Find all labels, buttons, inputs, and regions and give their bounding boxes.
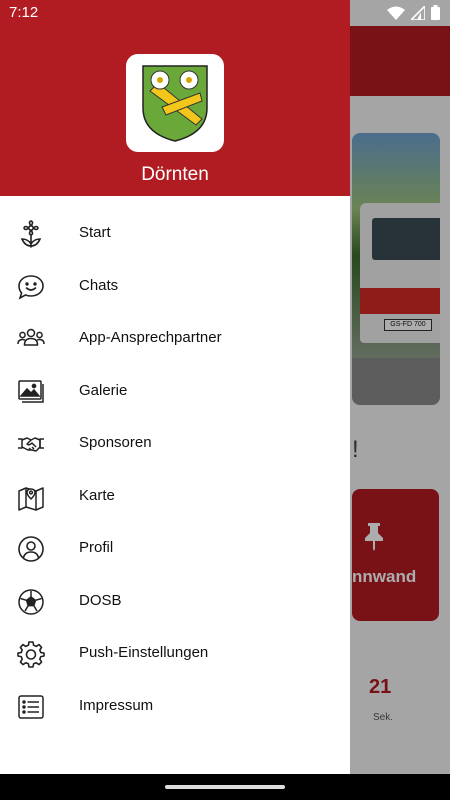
drawer-header: Dörnten xyxy=(0,0,350,196)
wifi-icon xyxy=(387,6,405,20)
status-time: 7:12 xyxy=(9,4,39,21)
people-group-icon xyxy=(17,328,45,346)
menu-item-profil[interactable]: Profil xyxy=(0,522,350,575)
menu-label-dosb: DOSB xyxy=(79,591,122,609)
navigation-drawer: Dörnten Start Chats App-Ansprechpartner … xyxy=(0,0,350,774)
menu-item-impressum[interactable]: Impressum xyxy=(0,680,350,733)
town-name: Dörnten xyxy=(141,164,209,185)
soccer-ball-icon xyxy=(18,588,44,615)
menu-item-chats[interactable]: Chats xyxy=(0,260,350,313)
menu-label-profil: Profil xyxy=(79,539,114,556)
handshake-icon xyxy=(18,437,44,452)
menu-label-push-einstellungen: Push-Einstellungen xyxy=(79,644,209,661)
chat-smile-icon xyxy=(18,274,44,300)
map-icon xyxy=(18,486,44,511)
menu-item-karte[interactable]: Karte xyxy=(0,470,350,523)
menu-label-sponsoren: Sponsoren xyxy=(79,434,152,451)
menu-item-start[interactable]: Start xyxy=(0,207,350,260)
town-logo[interactable] xyxy=(126,54,224,152)
coat-of-arms-icon xyxy=(142,65,208,142)
menu-item-push-einstellungen[interactable]: Push-Einstellungen xyxy=(0,627,350,680)
settings-gear-icon xyxy=(17,641,45,668)
menu-label-app-ansprechpartner: App-Ansprechpartner xyxy=(79,329,222,346)
drawer-menu: Start Chats App-Ansprechpartner Galerie … xyxy=(0,207,350,732)
status-bar: 7:12 xyxy=(0,0,450,26)
system-navigation-bar xyxy=(0,774,450,800)
status-icons xyxy=(387,5,440,20)
flower-icon xyxy=(20,220,42,248)
menu-item-sponsoren[interactable]: Sponsoren xyxy=(0,417,350,470)
menu-label-karte: Karte xyxy=(79,486,115,504)
menu-item-dosb[interactable]: DOSB xyxy=(0,575,350,628)
profile-icon xyxy=(18,536,44,562)
gallery-icon xyxy=(18,379,44,403)
menu-label-start: Start xyxy=(79,224,111,241)
menu-label-chats: Chats xyxy=(79,276,119,294)
menu-label-impressum: Impressum xyxy=(79,696,154,714)
signal-icon xyxy=(411,5,425,20)
menu-item-galerie[interactable]: Galerie xyxy=(0,365,350,418)
list-icon xyxy=(18,694,44,719)
battery-icon xyxy=(431,5,440,20)
home-gesture-handle[interactable] xyxy=(165,785,285,789)
menu-item-app-ansprechpartner[interactable]: App-Ansprechpartner xyxy=(0,312,350,365)
menu-label-galerie: Galerie xyxy=(79,381,128,399)
